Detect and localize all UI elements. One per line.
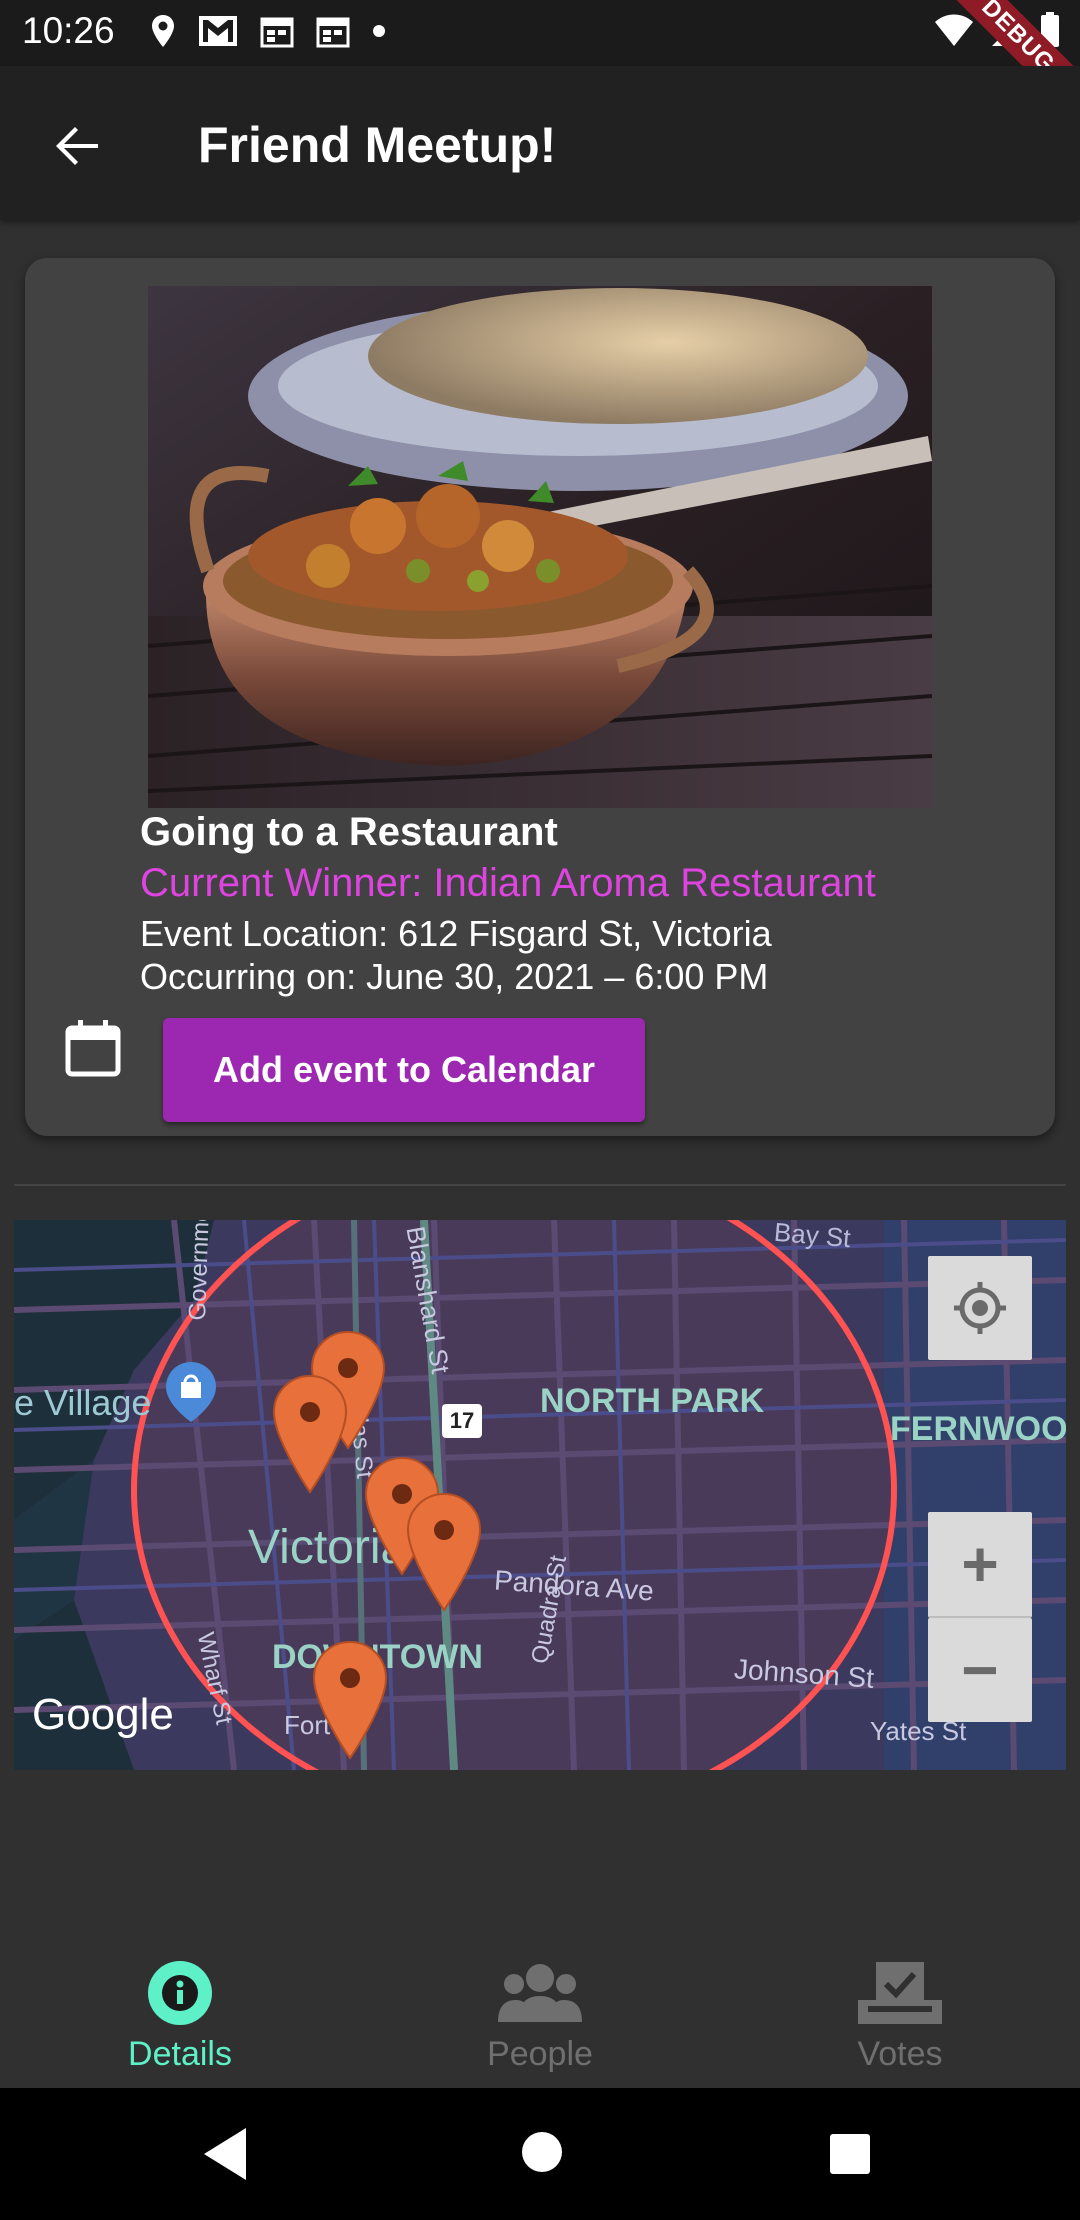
nav-label-votes: Votes	[857, 2035, 943, 2073]
nav-item-votes[interactable]: Votes	[800, 1960, 1000, 2074]
minus-icon: −	[961, 1634, 999, 1706]
nav-item-people[interactable]: People	[440, 1960, 640, 2074]
restaurant-photo	[148, 286, 932, 808]
status-time: 10:26	[22, 10, 115, 51]
wifi-icon	[935, 14, 973, 46]
map-marker-icon[interactable]	[406, 1492, 482, 1612]
home-nav-icon[interactable]	[520, 2130, 564, 2174]
back-nav-icon[interactable]	[200, 2126, 250, 2182]
nav-label-details: Details	[128, 2035, 232, 2073]
map-view[interactable]: Bay St e Village Government St Douglas S…	[14, 1220, 1066, 1770]
map-label-north-park: NORTH PARK	[540, 1382, 765, 1420]
event-location: Event Location: 612 Fisgard St, Victoria	[140, 913, 772, 954]
event-title: Going to a Restaurant	[140, 810, 558, 854]
status-bar: 10:26 DEBUG	[0, 0, 1080, 127]
zoom-in-button[interactable]: +	[928, 1512, 1032, 1618]
add-to-calendar-button[interactable]: Add event to Calendar	[163, 1018, 645, 1122]
map-label-village: e Village	[14, 1382, 152, 1423]
plus-icon: +	[961, 1528, 999, 1600]
event-card: Going to a Restaurant Current Winner: In…	[25, 258, 1055, 1136]
event-date: Occurring on: June 30, 2021 – 6:00 PM	[140, 956, 769, 997]
nav-item-details[interactable]: Details	[80, 1960, 280, 2074]
map-label-highway-17: 17	[442, 1404, 482, 1438]
people-icon	[498, 1964, 582, 2022]
calendar-icon	[316, 17, 350, 48]
map-label-fernwood: FERNWOOD	[890, 1410, 1066, 1448]
zoom-out-button[interactable]: −	[928, 1618, 1032, 1722]
location-icon	[152, 15, 174, 47]
votes-icon	[858, 1962, 942, 2024]
google-logo: Google	[32, 1690, 174, 1739]
my-location-button[interactable]	[928, 1256, 1032, 1360]
current-winner: Current Winner: Indian Aroma Restaurant	[140, 861, 876, 905]
nav-label-people: People	[487, 2035, 593, 2073]
gmail-icon	[199, 16, 237, 46]
shopping-bag-icon[interactable]	[164, 1360, 218, 1424]
calendar-icon	[65, 1020, 121, 1077]
my-location-icon	[954, 1282, 1006, 1334]
dot-icon	[373, 25, 385, 37]
page-title: Friend Meetup!	[198, 117, 557, 173]
app-bar: Friend Meetup!	[0, 66, 1080, 220]
divider	[14, 1184, 1066, 1186]
info-icon	[148, 1961, 212, 2025]
map-marker-icon[interactable]	[272, 1374, 348, 1494]
map-marker-icon[interactable]	[312, 1640, 388, 1760]
calendar-icon	[260, 17, 294, 48]
arrow-back-icon[interactable]	[48, 116, 108, 176]
recents-nav-icon[interactable]	[828, 2132, 872, 2176]
system-nav-bar	[0, 2088, 1080, 2220]
